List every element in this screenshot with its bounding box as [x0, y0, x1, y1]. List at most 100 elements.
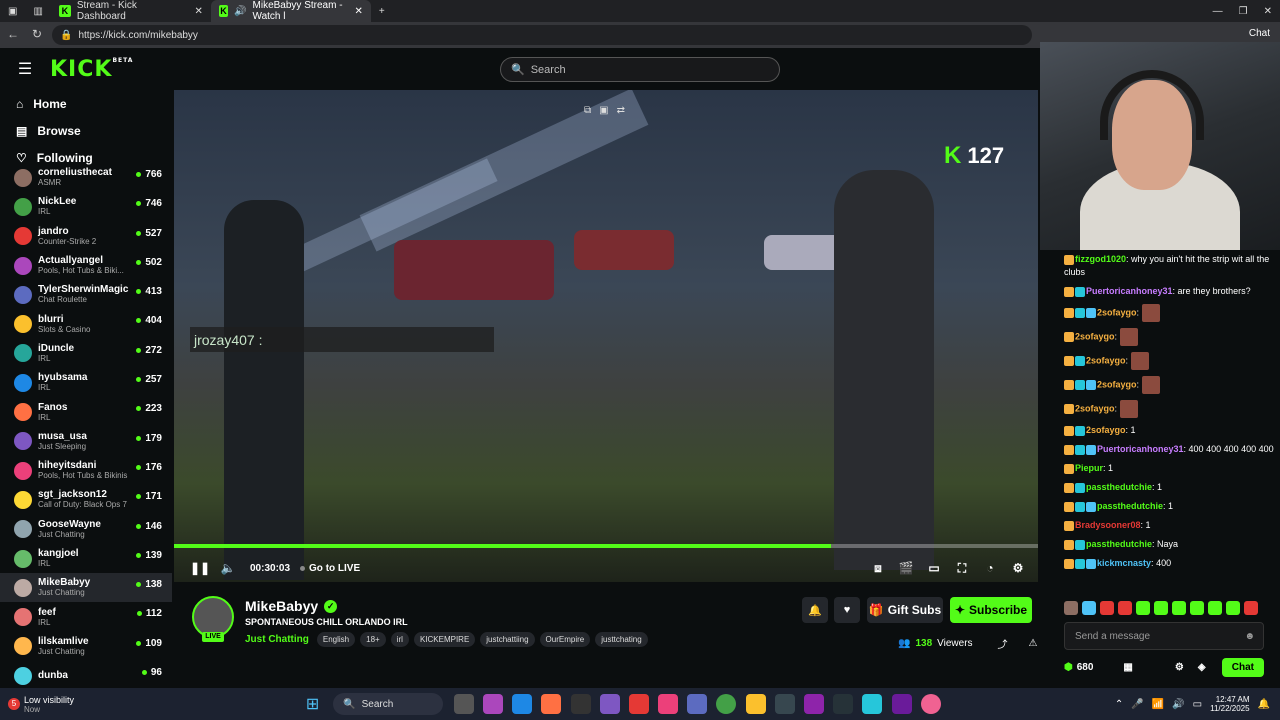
copilot-chat-button[interactable]: Chat — [1249, 28, 1270, 39]
chat-username[interactable]: passthedutchie — [1086, 482, 1152, 492]
nav-browse[interactable]: ▤ Browse — [0, 117, 172, 144]
category-link[interactable]: Just Chatting — [245, 634, 309, 645]
pause-icon[interactable]: ❚❚ — [186, 561, 214, 575]
chat-username[interactable]: fizzgod1020 — [1075, 254, 1126, 264]
volume-icon[interactable]: 🔊 — [1172, 699, 1184, 710]
chat-settings-icon[interactable]: ⚙ — [1175, 662, 1184, 673]
translate-icon[interactable]: ⇄ — [617, 105, 625, 116]
emote-icon[interactable] — [1118, 601, 1132, 615]
minimize-icon[interactable]: — — [1205, 0, 1231, 22]
app-icon[interactable] — [628, 694, 649, 714]
sidebar-channel-iduncle[interactable]: iDuncle IRL 272 — [0, 339, 172, 368]
points-value[interactable]: 680 — [1077, 662, 1094, 673]
windows-start-icon[interactable]: ⊞ — [303, 694, 323, 714]
window-close-icon[interactable]: ✕ — [1256, 0, 1280, 22]
theater-mode-icon[interactable]: ▭ — [920, 561, 948, 575]
emote-icon[interactable] — [1154, 601, 1168, 615]
nav-home[interactable]: ⌂ Home — [0, 90, 172, 117]
sidebar-channel-musa_usa[interactable]: musa_usa Just Sleeping 179 — [0, 427, 172, 456]
copilot-icon[interactable] — [482, 694, 503, 714]
chat-username[interactable]: 2sofaygo — [1075, 331, 1115, 341]
chat-username[interactable]: 2sofaygo — [1097, 379, 1137, 389]
emote-icon[interactable] — [1190, 601, 1204, 615]
miniplayer-icon[interactable]: ⧈ — [864, 561, 892, 576]
sidebar-channel-jandro[interactable]: jandro Counter-Strike 2 527 — [0, 222, 172, 251]
speed-icon[interactable]: ◔ — [976, 561, 1004, 575]
chat-username[interactable]: Bradysooner08 — [1075, 520, 1141, 530]
emote-icon[interactable] — [1082, 601, 1096, 615]
tab-kick-dashboard[interactable]: K Stream - Kick Dashboard ✕ — [51, 0, 211, 22]
app-icon[interactable] — [891, 694, 912, 714]
chat-username[interactable]: Piepur — [1075, 463, 1103, 473]
clock[interactable]: 12:47 AM 11/22/2025 — [1210, 695, 1249, 713]
sidebar-channel-blurri[interactable]: blurri Slots & Casino 404 — [0, 309, 172, 338]
new-tab-button[interactable]: + — [371, 0, 393, 22]
chat-username[interactable]: passthedutchie — [1097, 501, 1163, 511]
url-field[interactable]: 🔒 https://kick.com/mikebabyy — [52, 25, 1032, 45]
notification-bell-icon[interactable]: 🔔 — [802, 597, 828, 623]
chevron-up-icon[interactable]: ⌃ — [1115, 699, 1123, 710]
stream-tag[interactable]: KICKEMPIRE — [413, 632, 476, 647]
window-menu-icon[interactable]: ▣ — [0, 0, 25, 22]
chat-username[interactable]: passthedutchie — [1086, 539, 1152, 549]
stream-tag[interactable]: 18+ — [360, 632, 386, 647]
obs-icon[interactable] — [570, 694, 591, 714]
music-icon[interactable] — [658, 694, 679, 714]
sidebar-channel-corneliusthecat[interactable]: corneliusthecat ASMR 766 — [0, 163, 172, 192]
sidebar-channel-nicklee[interactable]: NickLee IRL 746 — [0, 192, 172, 221]
app-icon[interactable] — [833, 694, 854, 714]
firefox-icon[interactable] — [541, 694, 562, 714]
settings-gear-icon[interactable]: ⚙ — [1004, 561, 1032, 575]
sidebar-channel-hiheyitsdani[interactable]: hiheyitsdani Pools, Hot Tubs & Bikinis 176 — [0, 456, 172, 485]
emote-icon[interactable] — [1064, 601, 1078, 615]
wifi-icon[interactable]: 📶 — [1152, 699, 1164, 710]
follow-heart-icon[interactable]: ♥ — [834, 597, 860, 623]
emote-icon[interactable] — [1208, 601, 1222, 615]
sidebar-channel-hyubsama[interactable]: hyubsama IRL 257 — [0, 368, 172, 397]
reload-icon[interactable]: ↻ — [26, 27, 48, 41]
streamer-name[interactable]: MikeBabyy ✓ — [245, 598, 338, 614]
emoji-icon[interactable]: ☻ — [1244, 631, 1255, 642]
task-view-icon[interactable] — [453, 694, 474, 714]
sidebar-channel-fanos[interactable]: Fanos IRL 223 — [0, 397, 172, 426]
back-icon[interactable]: ← — [2, 27, 24, 41]
sidebar-channel-kangjoel[interactable]: kangjoel IRL 139 — [0, 544, 172, 573]
sidebar-channel-actuallyangel[interactable]: Actuallyangel Pools, Hot Tubs & Biki... 50… — [0, 251, 172, 280]
emote-icon[interactable] — [1244, 601, 1258, 615]
go-live-button[interactable]: Go to LIVE — [300, 563, 360, 574]
taskbar-search[interactable]: 🔍 Search — [333, 693, 444, 715]
emote-icon[interactable] — [1226, 601, 1240, 615]
stream-tag[interactable]: irl — [390, 632, 409, 647]
app-icon[interactable] — [804, 694, 825, 714]
close-icon[interactable]: ✕ — [195, 6, 203, 17]
rewards-icon[interactable]: ▦ — [1123, 662, 1132, 673]
app-icon[interactable] — [920, 694, 941, 714]
maximize-icon[interactable]: ❐ — [1231, 0, 1256, 22]
share-icon[interactable]: ⤴ — [998, 636, 1008, 651]
volume-icon[interactable]: 🔈 — [214, 561, 242, 575]
stream-tag[interactable]: justchattiing — [480, 632, 535, 647]
emote-icon[interactable] — [1100, 601, 1114, 615]
hamburger-menu-icon[interactable]: ☰ — [0, 59, 50, 79]
report-icon[interactable]: ⚠ — [1029, 638, 1038, 649]
weather-widget[interactable]: 5 Low visibility Now — [0, 695, 120, 714]
chat-username[interactable]: 2sofaygo — [1097, 307, 1137, 317]
stream-tag[interactable]: English — [316, 632, 356, 647]
chat-username[interactable]: 2sofaygo — [1086, 425, 1126, 435]
clip-icon[interactable]: 🎬 — [892, 561, 920, 575]
emote-icon[interactable] — [1172, 601, 1186, 615]
tab-actions-icon[interactable]: ▥ — [25, 0, 50, 22]
file-explorer-icon[interactable] — [745, 694, 766, 714]
sidebar-channel-sgt_jackson12[interactable]: sgt_jackson12 Call of Duty: Black Ops 7 17… — [0, 485, 172, 514]
tab-mikebabyy-stream[interactable]: K 🔊 MikeBabyy Stream - Watch l ✕ — [210, 0, 371, 22]
sidebar-channel-feef[interactable]: feef IRL 112 — [0, 602, 172, 631]
clip-icon[interactable]: ⧉ — [584, 105, 591, 116]
chat-username[interactable]: Puertoricanhoney31 — [1086, 286, 1173, 296]
app-icon[interactable] — [862, 694, 883, 714]
sidebar-channel-dunba[interactable]: dunba 96 — [0, 661, 172, 688]
notifications-icon[interactable]: 🔔 — [1258, 699, 1270, 710]
steam-icon[interactable] — [774, 694, 795, 714]
send-chat-button[interactable]: Chat — [1221, 657, 1264, 677]
chat-username[interactable]: 2sofaygo — [1075, 403, 1115, 413]
chat-username[interactable]: kickmcnasty — [1097, 558, 1151, 568]
